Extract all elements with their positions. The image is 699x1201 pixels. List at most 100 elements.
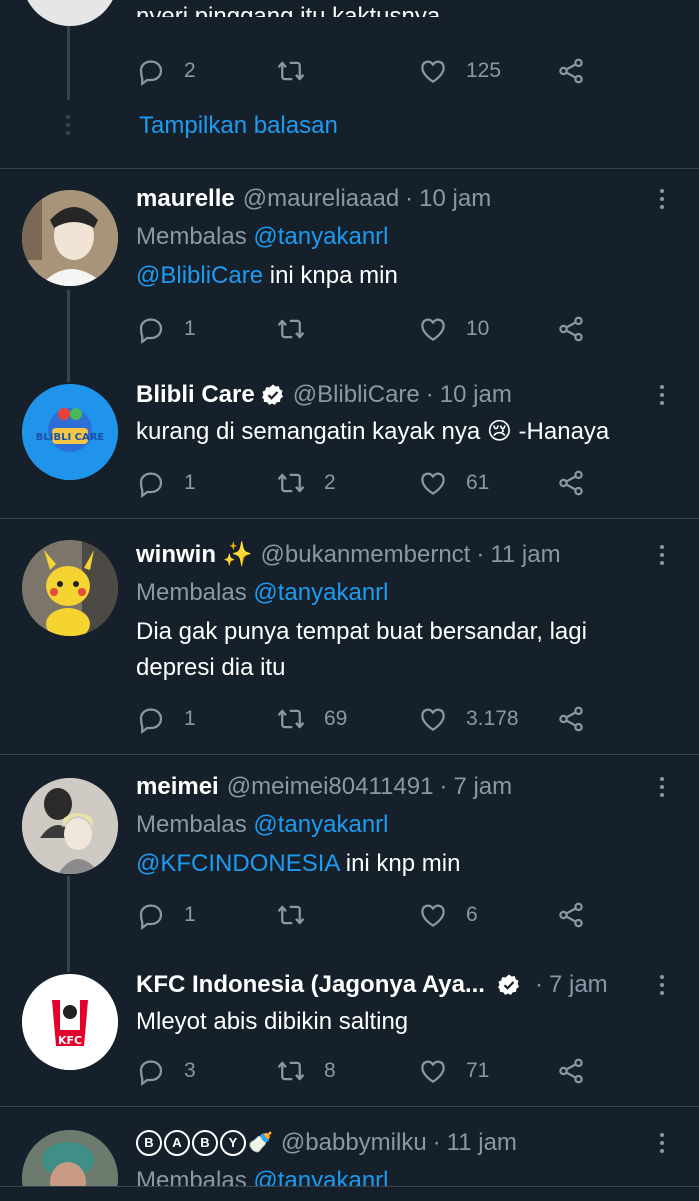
separator-dot: · — [405, 185, 414, 212]
reply-button[interactable]: 1 — [136, 898, 196, 932]
heart-icon — [421, 60, 445, 83]
avatar[interactable] — [22, 0, 118, 26]
share-button[interactable] — [556, 466, 586, 500]
tweet-text-line: Dia gak punya tempat buat bersandar, lag… — [136, 618, 587, 645]
retweet-icon — [277, 1061, 305, 1081]
share-icon — [559, 1058, 583, 1084]
tweet-text: Dia gak punya tempat buat bersandar, lag… — [136, 614, 676, 686]
reply-icon — [139, 318, 163, 344]
replying-to-mention[interactable]: @tanyakanrl — [253, 811, 388, 838]
share-icon — [559, 316, 583, 342]
share-button[interactable] — [556, 312, 586, 346]
replying-prefix: Membalas — [136, 223, 247, 250]
mention-link[interactable]: @BlibliCare — [136, 262, 263, 289]
reply-button[interactable]: 1 — [136, 466, 196, 500]
tweet-maurelle[interactable]: maurelle @maureliaaad · 10 jam Membalas … — [0, 184, 699, 364]
divider — [0, 1106, 699, 1107]
reply-button[interactable]: 1 — [136, 702, 196, 736]
verified-badge-icon — [497, 974, 519, 995]
reply-count: 1 — [184, 903, 196, 926]
heart-icon — [421, 1060, 445, 1083]
like-count: 3.178 — [466, 707, 519, 730]
more-options-icon[interactable] — [652, 772, 672, 802]
timestamp[interactable]: 10 jam — [419, 184, 491, 214]
tweet-top-partial[interactable]: nyeri pinggang itu kaktusnya 2 125 Tampi… — [0, 0, 699, 168]
tweet-kfc-indonesia[interactable]: KFC KFC Indonesia (Jagonya Aya... · 7 ja… — [0, 970, 699, 1104]
retweet-button[interactable]: 2 — [276, 466, 336, 500]
reply-icon — [139, 1060, 163, 1086]
like-button[interactable]: 10 — [418, 312, 489, 346]
display-name[interactable]: Blibli Care — [136, 380, 255, 410]
retweet-count: 69 — [324, 707, 348, 730]
retweet-button[interactable]: 69 — [276, 702, 347, 736]
tweet-header: Blibli Care @BlibliCare · 10 jam — [136, 380, 512, 410]
share-button[interactable] — [556, 898, 586, 932]
user-handle[interactable]: @meimei80411491 — [227, 772, 434, 802]
timestamp[interactable]: 7 jam — [453, 772, 512, 802]
separator-dot: · — [432, 1129, 441, 1156]
show-replies-link[interactable]: Tampilkan balasan — [139, 112, 338, 140]
retweet-icon — [277, 61, 305, 81]
timestamp[interactable]: 11 jam — [490, 540, 560, 570]
tweet-blibli-care[interactable]: BLIBLI CARE Blibli Care @BlibliCare · 10… — [0, 380, 699, 516]
like-button[interactable]: 61 — [418, 466, 489, 500]
user-handle[interactable]: @bukanmembernct — [261, 540, 471, 570]
mention-link[interactable]: @KFCINDONESIA — [136, 850, 339, 877]
tweet-actions: 1 6 — [136, 898, 596, 932]
name-letter: Y — [220, 1130, 246, 1156]
tweet-meimei[interactable]: meimei @meimei80411491 · 7 jam Membalas … — [0, 772, 699, 952]
like-button[interactable]: 125 — [418, 54, 501, 88]
name-letter: A — [164, 1130, 190, 1156]
avatar[interactable]: KFC — [22, 974, 118, 1070]
user-handle[interactable]: @BlibliCare — [293, 380, 420, 410]
reply-button[interactable]: 3 — [136, 1054, 196, 1088]
retweet-button[interactable]: 8 — [276, 1054, 336, 1088]
retweet-button[interactable] — [276, 312, 324, 346]
tweet-actions: 3 8 71 — [136, 1054, 596, 1088]
user-handle[interactable]: @maureliaaad — [243, 184, 399, 214]
retweet-button[interactable] — [276, 54, 324, 88]
tweet-winwin[interactable]: winwin ✨ @bukanmembernct · 11 jam Membal… — [0, 540, 699, 752]
timestamp[interactable]: 10 jam — [440, 380, 512, 410]
bottom-nav-edge — [0, 1186, 699, 1201]
display-name[interactable]: B A B Y 🍼 — [136, 1130, 273, 1156]
avatar[interactable]: BLIBLI CARE — [22, 384, 118, 480]
share-button[interactable] — [556, 1054, 586, 1088]
avatar[interactable] — [22, 540, 118, 636]
divider — [0, 518, 699, 519]
more-options-icon[interactable] — [652, 184, 672, 214]
user-handle[interactable]: @babbymilku — [281, 1128, 427, 1158]
retweet-button[interactable] — [276, 898, 324, 932]
timestamp[interactable]: 7 jam — [549, 970, 608, 1000]
like-count: 10 — [466, 317, 490, 340]
like-button[interactable]: 6 — [418, 898, 478, 932]
replying-to-mention[interactable]: @tanyakanrl — [253, 223, 388, 250]
share-button[interactable] — [556, 702, 586, 736]
replying-to-mention[interactable]: @tanyakanrl — [253, 579, 388, 606]
avatar[interactable] — [22, 778, 118, 874]
timestamp[interactable]: 11 jam — [447, 1128, 517, 1158]
reply-button[interactable]: 2 — [136, 54, 196, 88]
tweet-body: ini knp min — [339, 850, 461, 877]
reply-button[interactable]: 1 — [136, 312, 196, 346]
like-button[interactable]: 3.178 — [418, 702, 519, 736]
display-name[interactable]: meimei — [136, 772, 219, 802]
tweet-text: kurang di semangatin kayak nya 😢 -Hanaya — [136, 418, 610, 445]
retweet-icon — [277, 709, 305, 729]
display-name[interactable]: winwin ✨ — [136, 540, 253, 570]
heart-icon — [421, 318, 445, 341]
share-button[interactable] — [556, 54, 586, 88]
reply-icon — [139, 708, 163, 734]
more-options-icon[interactable] — [652, 380, 672, 410]
reply-count: 1 — [184, 471, 196, 494]
display-name[interactable]: KFC Indonesia (Jagonya Aya... — [136, 970, 485, 1000]
more-options-icon[interactable] — [652, 540, 672, 570]
more-options-icon[interactable] — [652, 1128, 672, 1158]
like-button[interactable]: 71 — [418, 1054, 489, 1088]
display-name[interactable]: maurelle — [136, 184, 235, 214]
more-options-icon[interactable] — [652, 970, 672, 1000]
name-letter: B — [192, 1130, 218, 1156]
avatar[interactable] — [22, 190, 118, 286]
reply-count: 1 — [184, 317, 196, 340]
tweet-actions: 2 125 — [136, 54, 596, 88]
